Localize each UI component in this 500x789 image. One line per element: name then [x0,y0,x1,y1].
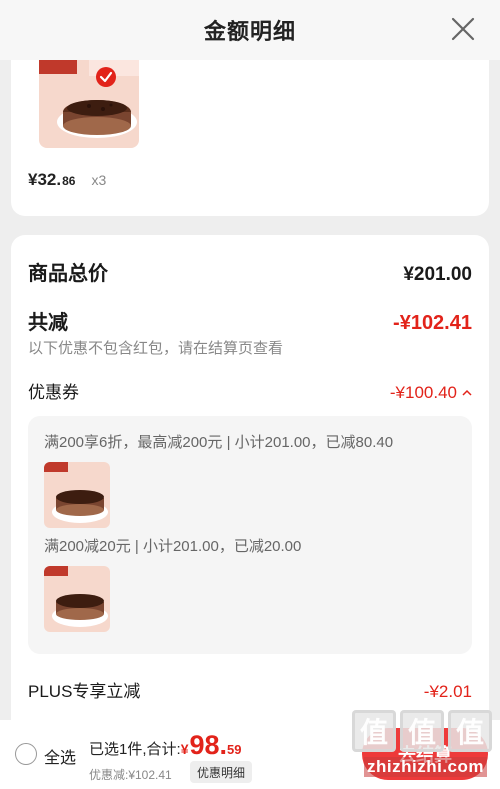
modal-header: 金额明细 [0,0,500,60]
total-decimal: 59 [227,742,242,757]
coupon-line: 满200享6折，最高减200元 | 小计201.00，已减80.40 [44,434,394,451]
reduce-label: 共减 [28,312,68,334]
reduce-value: -¥102.41 [393,312,472,334]
plus-label: PLUS专享立减 [28,682,141,701]
checkout-button[interactable]: 去结算 [362,728,488,780]
coupon-row[interactable]: 优惠券 -¥100.40 [28,378,472,403]
coupon-detail-box: 满200享6折，最高减200元 | 小计201.00，已减80.40 满200减… [28,416,472,654]
select-all-radio[interactable] [15,743,37,765]
total-row: 商品总价 ¥201.00 [28,257,472,286]
total-symbol: ¥ [180,741,189,757]
product-image[interactable] [39,60,139,148]
checkout-bar: 全选 已选1件,合计: ¥ 98. 59 优惠减:¥102.41 优惠明细 去结… [0,720,500,789]
checked-badge-icon [96,67,116,87]
discount-note: 以下优惠不包含红包，请在结算页查看 [28,340,284,357]
coupon-line: 满200减20元 | 小计201.00，已减20.00 [44,538,302,555]
close-icon [451,17,475,41]
product-price: ¥32. 86 x3 [28,170,106,190]
total-value: ¥201.00 [403,264,472,285]
summary-card: 商品总价 ¥201.00 共减 -¥102.41 以下优惠不包含红包，请在结算页… [11,235,489,720]
coupon-product-image [44,566,110,632]
plus-row: PLUS专享立减 -¥2.01 [28,677,472,702]
plus-value: -¥2.01 [423,682,472,701]
coupon-product-image [44,462,110,528]
chevron-up-icon [462,386,472,400]
reduce-row: 共减 -¥102.41 [28,306,472,335]
product-card [11,60,489,216]
selected-summary: 已选1件,合计: ¥ 98. 59 [89,730,242,761]
discount-detail-button[interactable]: 优惠明细 [190,761,253,783]
coupon-value-wrap[interactable]: -¥100.40 [390,383,472,403]
product-quantity: x3 [91,172,107,188]
coupon-label: 优惠券 [28,383,79,402]
total-label: 商品总价 [28,263,108,285]
selected-text: 已选1件,合计: [89,741,181,758]
price-main: ¥32. [28,170,62,189]
price-decimal: 86 [62,174,76,188]
total-amount: 98. [189,730,228,760]
select-all-label[interactable]: 全选 [44,744,76,768]
coupon-value: -¥100.40 [389,383,457,402]
modal-title: 金额明细 [203,19,296,44]
discount-amount: 优惠减:¥102.41 [89,768,172,782]
close-button[interactable] [448,14,478,44]
